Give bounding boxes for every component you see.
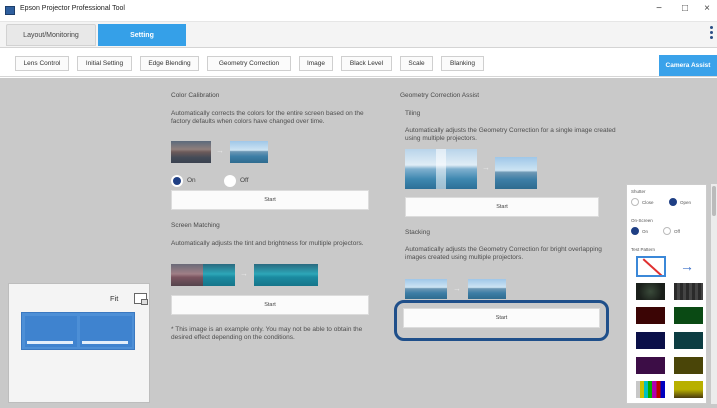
projector-status-bar (27, 341, 73, 344)
test-pattern-magenta-swatch[interactable] (636, 357, 665, 374)
shutter-open-label: Open (680, 200, 692, 205)
shutter-label: Shutter (631, 189, 646, 194)
tab-geometry-correction[interactable]: Geometry Correction (207, 56, 291, 71)
test-pattern-green-swatch[interactable] (674, 307, 703, 324)
tiling-start-button[interactable]: Start (405, 197, 599, 217)
maximize-icon[interactable]: □ (675, 3, 695, 14)
test-pattern-cyan-swatch[interactable] (674, 332, 703, 349)
blend-seam (436, 149, 446, 189)
tool-panel: Shutter Close Open On-Screen On Off Test… (626, 184, 707, 404)
shutter-open-radio[interactable] (669, 198, 677, 206)
tab-edge-blending[interactable]: Edge Blending (140, 56, 199, 71)
onscreen-on-label: On (642, 229, 649, 234)
projector-card[interactable] (80, 316, 132, 347)
test-pattern-red-swatch[interactable] (636, 307, 665, 324)
test-pattern-yellow-swatch[interactable] (674, 357, 703, 374)
title-bar: Epson Projector Professional Tool − □ × (0, 0, 717, 22)
screen-matching-before-image (171, 264, 235, 286)
vertical-scrollbar[interactable] (711, 184, 717, 404)
screen-matching-title: Screen Matching (171, 222, 220, 229)
highlight-ring (394, 300, 609, 341)
color-calibration-start-button[interactable]: Start (171, 190, 369, 210)
arrow-icon: → (240, 269, 248, 278)
next-arrow-icon[interactable]: → (680, 258, 694, 274)
test-pattern-blue-swatch[interactable] (636, 332, 665, 349)
test-pattern-grid-swatch[interactable] (636, 283, 665, 300)
screen-matching-start-button[interactable]: Start (171, 295, 369, 315)
stacking-description: Automatically adjusts the Geometry Corre… (405, 246, 602, 262)
arrow-icon: → (482, 163, 490, 172)
geometry-assist-title: Geometry Correction Assist (400, 92, 480, 99)
tab-lens-control[interactable]: Lens Control (15, 56, 69, 71)
color-calibration-off-radio[interactable] (224, 175, 236, 187)
close-icon[interactable]: × (697, 3, 717, 14)
color-calibration-on-label: On (187, 177, 196, 184)
layout-preview-panel[interactable]: Fit (8, 283, 150, 403)
color-calibration-description: Automatically corrects the colors for th… (171, 110, 364, 126)
stacking-title: Stacking (405, 229, 430, 236)
onscreen-on-radio[interactable] (631, 227, 639, 235)
projector-card[interactable] (25, 316, 77, 347)
more-menu-icon[interactable] (708, 26, 714, 41)
shutter-close-label: Close (642, 200, 654, 205)
function-tab-bar: Lens Control Initial Setting Edge Blendi… (0, 49, 717, 77)
stacking-after-image (468, 279, 506, 299)
fit-window-icon[interactable] (134, 293, 148, 305)
onscreen-off-radio[interactable] (663, 227, 671, 235)
screen-matching-description: Automatically adjusts the tint and brigh… (171, 240, 364, 247)
mode-tab-bar: Layout/Monitoring Setting (0, 22, 717, 48)
tab-initial-setting[interactable]: Initial Setting (77, 56, 132, 71)
color-calibration-after-image (230, 141, 268, 163)
tab-setting[interactable]: Setting (98, 24, 186, 46)
color-calibration-on-radio[interactable] (171, 175, 183, 187)
screen-matching-after-image (254, 264, 318, 286)
projector-status-bar (82, 341, 128, 344)
stacking-before-image (405, 279, 447, 299)
test-pattern-colorbars-swatch[interactable] (636, 381, 665, 398)
onscreen-off-label: Off (674, 229, 680, 234)
tab-scale[interactable]: Scale (400, 56, 433, 71)
shutter-close-radio[interactable] (631, 198, 639, 206)
test-pattern-gradient-swatch[interactable] (674, 381, 703, 398)
color-calibration-before-image (171, 141, 211, 163)
tab-layout-monitoring[interactable]: Layout/Monitoring (6, 24, 96, 46)
tiling-before-image (405, 149, 477, 189)
tiling-after-image (495, 157, 537, 189)
tab-black-level[interactable]: Black Level (341, 56, 392, 71)
test-pattern-lines-swatch[interactable] (674, 283, 703, 300)
color-calibration-title: Color Calibration (171, 92, 220, 99)
example-note: * This image is an example only. You may… (171, 326, 363, 342)
app-icon (5, 6, 15, 15)
camera-assist-button[interactable]: Camera Assist (659, 55, 717, 76)
screen-matching-before-half (171, 264, 203, 286)
test-pattern-off-swatch[interactable] (636, 256, 666, 277)
minimize-icon[interactable]: − (649, 3, 669, 14)
tiling-title: Tiling (405, 110, 421, 117)
fit-label[interactable]: Fit (110, 294, 118, 303)
arrow-icon: → (216, 146, 224, 155)
window-title: Epson Projector Professional Tool (20, 5, 125, 12)
scrollbar-thumb[interactable] (712, 186, 716, 216)
color-calibration-off-label: Off (240, 177, 249, 184)
test-pattern-label: Test Pattern (631, 247, 656, 252)
projector-group[interactable] (21, 312, 135, 350)
arrow-icon: → (453, 284, 461, 293)
tab-image[interactable]: Image (299, 56, 333, 71)
tiling-description: Automatically adjusts the Geometry Corre… (405, 127, 616, 143)
onscreen-label: On-Screen (631, 218, 653, 223)
tab-blanking[interactable]: Blanking (441, 56, 484, 71)
